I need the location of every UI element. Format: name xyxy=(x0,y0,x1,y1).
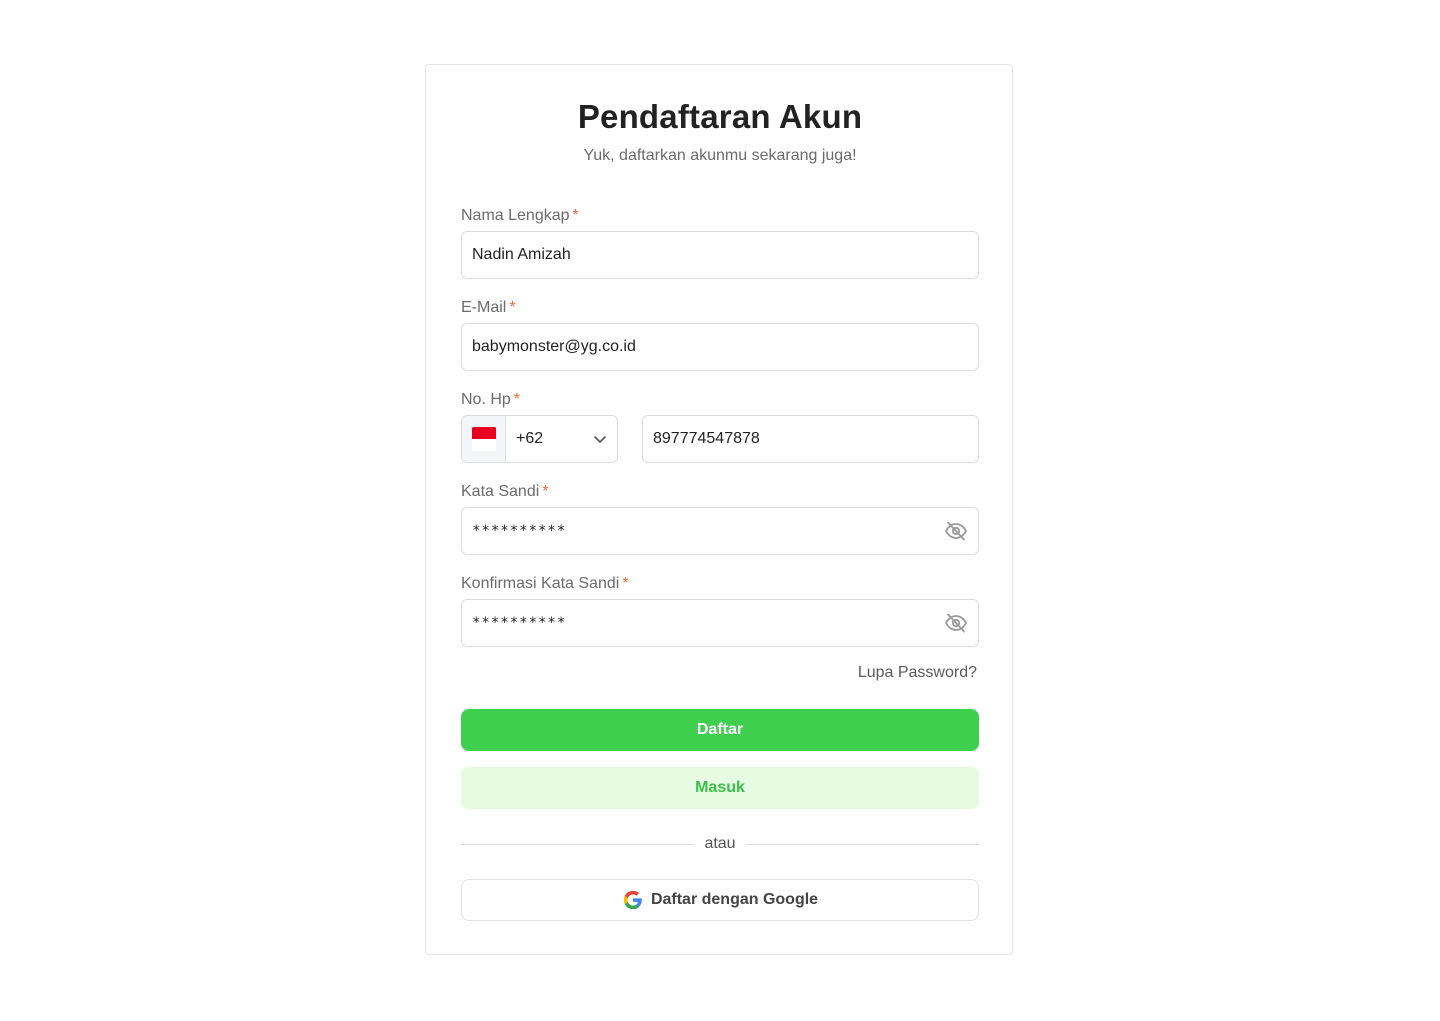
confirm-password-label: Konfirmasi Kata Sandi * xyxy=(461,575,629,593)
email-input-value: babymonster@yg.co.id xyxy=(472,338,636,355)
google-button-label: Daftar dengan Google xyxy=(650,891,819,908)
country-code-select[interactable]: +62 xyxy=(461,415,618,463)
password-input[interactable]: ********** xyxy=(461,507,979,555)
required-mark: * xyxy=(622,575,629,592)
name-input[interactable]: Nadin Amizah xyxy=(461,231,979,279)
country-code-dropdown[interactable]: +62 xyxy=(506,416,617,462)
login-button[interactable]: Masuk xyxy=(461,767,979,809)
divider-text: atau xyxy=(704,835,736,852)
forgot-password-link[interactable]: Lupa Password? xyxy=(858,664,977,682)
name-input-value: Nadin Amizah xyxy=(472,246,571,263)
phone-input[interactable]: 897774547878 xyxy=(642,415,979,463)
email-label-text: E-Mail xyxy=(461,299,507,316)
required-mark: * xyxy=(513,391,521,408)
country-code-value: +62 xyxy=(516,430,544,447)
eye-off-icon[interactable] xyxy=(944,519,968,543)
email-input[interactable]: babymonster@yg.co.id xyxy=(461,323,979,371)
email-label: E-Mail * xyxy=(461,299,516,317)
phone-input-value: 897774547878 xyxy=(653,430,760,447)
password-label: Kata Sandi * xyxy=(461,483,549,501)
chevron-down-icon xyxy=(593,432,607,446)
phone-label: No. Hp * xyxy=(461,391,520,409)
required-mark: * xyxy=(542,483,549,500)
register-button[interactable]: Daftar xyxy=(461,709,979,751)
confirm-password-label-text: Konfirmasi Kata Sandi xyxy=(461,575,620,592)
confirm-password-input-value: ********** xyxy=(472,615,567,631)
country-flag-box xyxy=(462,416,506,462)
google-signup-button[interactable]: Daftar dengan Google xyxy=(461,879,979,921)
required-mark: * xyxy=(572,207,579,224)
page-title: Pendaftaran Akun xyxy=(577,98,863,135)
required-mark: * xyxy=(509,299,516,316)
page-subtitle: Yuk, daftarkan akunmu sekarang juga! xyxy=(583,147,857,164)
divider-line-left xyxy=(461,843,696,845)
phone-label-text: No. Hp xyxy=(461,391,511,408)
divider-line-right xyxy=(744,843,980,845)
google-icon xyxy=(622,889,644,911)
or-divider: atau xyxy=(461,833,980,855)
indonesia-flag-icon xyxy=(471,427,496,451)
password-input-value: ********** xyxy=(472,523,567,539)
name-label: Nama Lengkap * xyxy=(461,207,579,225)
name-label-text: Nama Lengkap xyxy=(461,207,570,224)
password-label-text: Kata Sandi xyxy=(461,483,540,500)
confirm-password-input[interactable]: ********** xyxy=(461,599,979,647)
registration-card: Pendaftaran Akun Yuk, daftarkan akunmu s… xyxy=(425,64,1013,955)
eye-off-icon[interactable] xyxy=(944,611,968,635)
